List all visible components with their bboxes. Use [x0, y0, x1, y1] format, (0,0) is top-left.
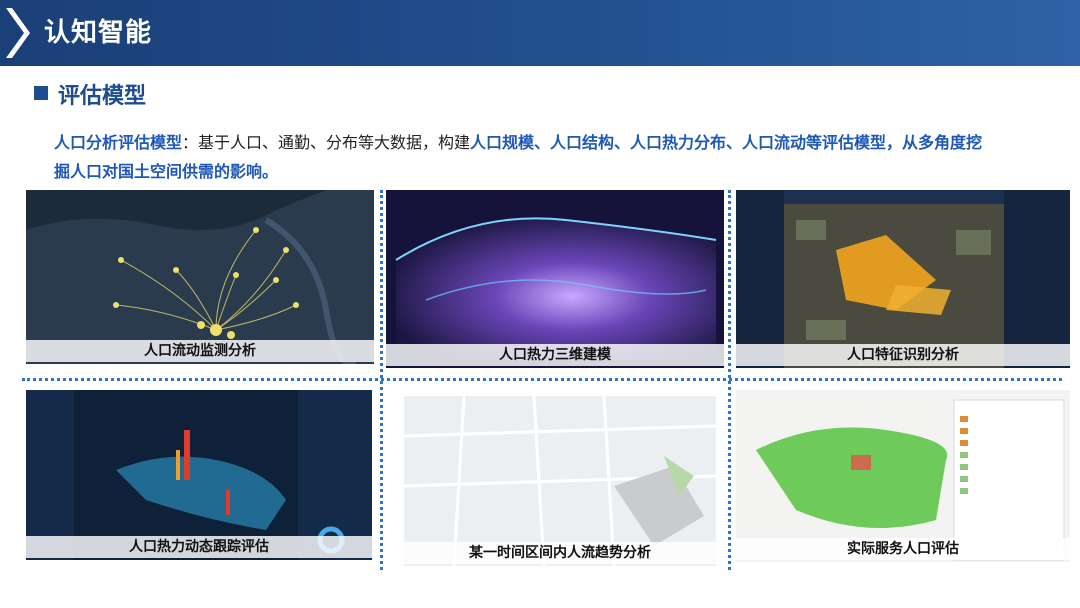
- service-map-image: [736, 390, 1070, 562]
- heat-tracking-image: [26, 390, 372, 560]
- panel-feature-identify[interactable]: 人口特征识别分析: [736, 190, 1070, 368]
- description-text: ：基于人口、通勤、分布等大数据，构建: [182, 133, 471, 152]
- section-title: 评估模型: [58, 84, 147, 109]
- header-bar: 认知智能: [0, 0, 1080, 66]
- flow-map-image: [26, 190, 374, 364]
- city-3d-image: [736, 190, 1070, 368]
- description-lead: 人口分析评估模型: [54, 133, 183, 152]
- divider-horizontal: [22, 378, 1062, 381]
- panel-flow-trend[interactable]: 某一时间区间内人流趋势分析: [404, 396, 716, 566]
- description-paragraph: 人口分析评估模型：基于人口、通勤、分布等大数据，构建人口规模、人口结构、人口热力…: [54, 128, 1004, 186]
- square-bullet-icon: [34, 86, 48, 100]
- panel-service-population[interactable]: 实际服务人口评估: [736, 390, 1070, 562]
- panel-heat-3d[interactable]: 人口热力三维建模: [386, 190, 724, 368]
- divider-vertical-right: [728, 190, 731, 570]
- chevron-right-icon: [6, 8, 30, 58]
- panel-caption: 人口特征识别分析: [736, 344, 1070, 366]
- page-title: 认知智能: [44, 18, 153, 48]
- panel-caption: 人口热力动态跟踪评估: [26, 536, 372, 558]
- heat-3d-image: [386, 190, 724, 368]
- panel-population-flow[interactable]: 人口流动监测分析: [26, 190, 374, 364]
- description-line2: 掘人口对国土空间供需的影响。: [54, 162, 279, 181]
- panel-heat-tracking[interactable]: 人口热力动态跟踪评估: [26, 390, 372, 560]
- description-highlight: 人口规模、人口结构、人口热力分布、人口流动等评估模型，从多角度挖: [470, 133, 983, 152]
- street-map-image: [404, 396, 716, 566]
- divider-vertical-left: [380, 190, 383, 570]
- panel-caption: 某一时间区间内人流趋势分析: [404, 542, 716, 564]
- panel-caption: 实际服务人口评估: [736, 538, 1070, 560]
- panel-caption: 人口热力三维建模: [386, 344, 724, 366]
- panel-caption: 人口流动监测分析: [26, 340, 374, 362]
